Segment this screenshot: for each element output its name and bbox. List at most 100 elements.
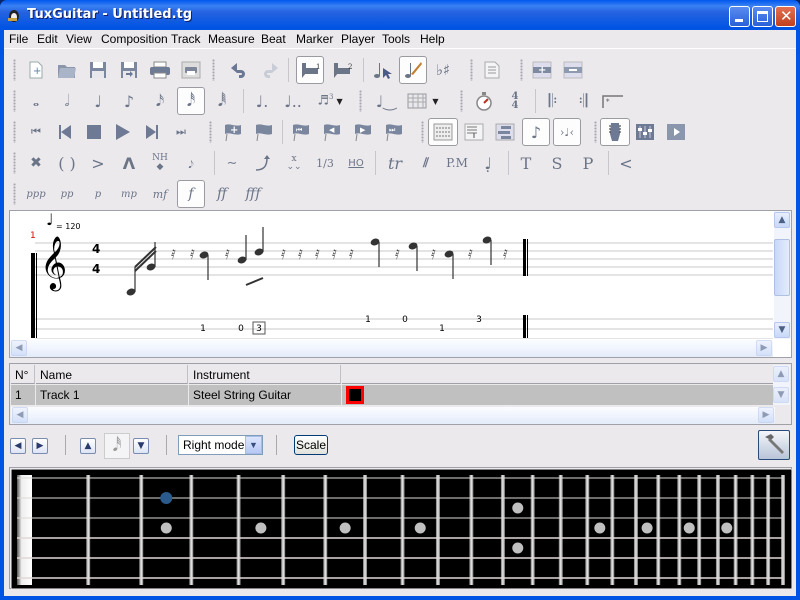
tremolo-bar-button[interactable]: x ⌄⌄ [280, 149, 308, 177]
whole-note-button[interactable]: 𝅝 [22, 87, 50, 115]
toolbar-grip[interactable] [520, 59, 523, 81]
fade-in-button[interactable]: < [612, 149, 640, 177]
minimize-button[interactable] [729, 6, 750, 27]
new-file-button[interactable]: + [22, 56, 50, 84]
column-header-name[interactable]: Name [36, 365, 188, 384]
note-view-button[interactable]: ♪ [522, 118, 550, 146]
bend-button[interactable] [249, 149, 277, 177]
staccato-button[interactable]: ♩̣ [474, 149, 502, 177]
chord-dropdown[interactable]: ▼ [403, 87, 443, 115]
print-button[interactable] [146, 56, 174, 84]
toolbar-grip[interactable] [470, 59, 473, 81]
scroll-left-button[interactable]: ◀ [12, 407, 28, 423]
undo-button[interactable] [225, 56, 253, 84]
half-note-button[interactable]: 𝅗𝅥 [53, 87, 81, 115]
tempo-button[interactable] [470, 87, 498, 115]
accidentals-button[interactable]: ♭♯ [429, 56, 457, 84]
score-horizontal-scrollbar[interactable]: ◀ ▶ [10, 340, 773, 357]
tablature-view-button[interactable] [491, 118, 519, 146]
voice-2-button[interactable]: 2 [328, 56, 356, 84]
toolbar-grip[interactable] [359, 90, 362, 112]
previous-button[interactable]: ◀ [10, 438, 26, 454]
save-as-button[interactable] [115, 56, 143, 84]
dynamic-f-button[interactable]: f [177, 180, 205, 208]
score-editor[interactable]: 1 ♩ = 120 𝄞 4 4 𝅀 𝅀 𝅀 𝅀 𝅀 𝅀 𝅀 𝅀 𝅀 𝅀 𝅀 𝅀 1 0 3 1 0 1 3 ▲ ▼… [9, 210, 792, 358]
scroll-left-button[interactable]: ◀ [11, 340, 27, 356]
toolbar-grip[interactable] [13, 59, 16, 81]
previous-button[interactable] [51, 118, 79, 146]
first-button[interactable]: ⏮ [22, 118, 50, 146]
scroll-up-button[interactable]: ▲ [774, 212, 790, 228]
column-header-instrument[interactable]: Instrument [189, 365, 341, 384]
toolbar-grip[interactable] [13, 121, 16, 143]
chevron-down-icon[interactable]: ▼ [245, 436, 262, 454]
scale-button[interactable]: Scale [294, 435, 328, 455]
double-dotted-button[interactable]: ♩.. [279, 87, 307, 115]
palm-mute-button[interactable]: P.M [443, 149, 471, 177]
dynamic-mf-button[interactable]: mf [146, 180, 174, 208]
toolbar-grip[interactable] [13, 90, 16, 112]
time-signature-button[interactable]: 44 [501, 87, 529, 115]
next-button[interactable]: ▶ [32, 438, 48, 454]
toolbar-grip[interactable] [13, 152, 16, 174]
scroll-down-button[interactable]: ▼ [773, 387, 789, 403]
scroll-up-button[interactable]: ▲ [773, 366, 789, 382]
repeat-close-button[interactable]: 𝄇 [569, 87, 597, 115]
stop-button[interactable] [80, 118, 108, 146]
dynamic-ppp-button[interactable]: ppp [22, 180, 50, 208]
popping-button[interactable]: P [574, 149, 602, 177]
menu-composition[interactable]: Composition [101, 32, 168, 46]
repeat-open-button[interactable]: 𝄆 [539, 87, 567, 115]
dead-note-button[interactable]: ✖ [22, 149, 50, 177]
track-vertical-scrollbar[interactable]: ▲ ▼ [773, 365, 790, 405]
eighth-note-button[interactable]: ♪ [115, 87, 143, 115]
score-tab-view-button[interactable] [460, 118, 488, 146]
thirty-second-note-button[interactable]: 𝅘𝅥𝅰 [177, 87, 205, 115]
accentuated-note-button[interactable]: > [84, 149, 112, 177]
dotted-button[interactable]: ♩. [248, 87, 276, 115]
menu-file[interactable]: File [9, 32, 28, 46]
voice-1-button[interactable]: 1 [296, 56, 324, 84]
sixteenth-note-button[interactable]: 𝅘𝅥𝅯 [146, 87, 174, 115]
fretboard-button[interactable] [600, 118, 630, 146]
duration-up-button[interactable]: ▲ [80, 438, 96, 454]
scroll-thumb[interactable] [774, 239, 790, 296]
ghost-note-button[interactable]: ( ) [53, 149, 81, 177]
tremolo-picking-button[interactable]: ⫽ [412, 149, 440, 177]
compact-view-button[interactable]: ›♩‹ [553, 118, 581, 146]
transport-button[interactable] [662, 118, 690, 146]
settings-button[interactable] [758, 430, 790, 460]
select-mode-button[interactable] [368, 56, 396, 84]
scroll-right-button[interactable]: ▶ [758, 407, 774, 423]
menu-measure[interactable]: Measure [208, 32, 255, 46]
open-file-button[interactable] [53, 56, 81, 84]
toolbar-grip[interactable] [594, 121, 597, 143]
dynamic-fff-button[interactable]: fff [239, 180, 267, 208]
track-color-swatch[interactable] [346, 386, 364, 404]
menu-player[interactable]: Player [341, 32, 375, 46]
column-header-number[interactable]: N° [11, 365, 35, 384]
hand-mode-select[interactable]: Right mode ▼ [178, 435, 263, 455]
insert-measure-button[interactable]: + [528, 56, 556, 84]
harmonic-button[interactable]: NH ◆ [146, 149, 174, 177]
toolbar-grip[interactable] [13, 183, 16, 205]
quarter-note-button[interactable]: ♩ [84, 87, 112, 115]
first-marker-button[interactable]: ⏮ [287, 118, 315, 146]
close-button[interactable]: ✕ [775, 6, 796, 27]
next-marker-button[interactable]: ▶ [349, 118, 377, 146]
hammer-on-button[interactable]: HO [342, 149, 370, 177]
next-button[interactable] [138, 118, 166, 146]
play-button[interactable] [109, 118, 137, 146]
slapping-button[interactable]: S [543, 149, 571, 177]
toolbar-grip[interactable] [212, 59, 215, 81]
scroll-right-button[interactable]: ▶ [756, 340, 772, 356]
score-vertical-scrollbar[interactable]: ▲ ▼ [774, 211, 791, 339]
maximize-button[interactable] [752, 6, 773, 27]
menu-tools[interactable]: Tools [382, 32, 410, 46]
mixer-button[interactable] [631, 118, 659, 146]
tied-note-button[interactable]: ♩‿ [372, 87, 400, 115]
add-marker-button[interactable]: + [219, 118, 247, 146]
tapping-button[interactable]: T [512, 149, 540, 177]
toolbar-grip[interactable] [209, 121, 212, 143]
grace-note-button[interactable]: 𝆕 [177, 149, 205, 177]
